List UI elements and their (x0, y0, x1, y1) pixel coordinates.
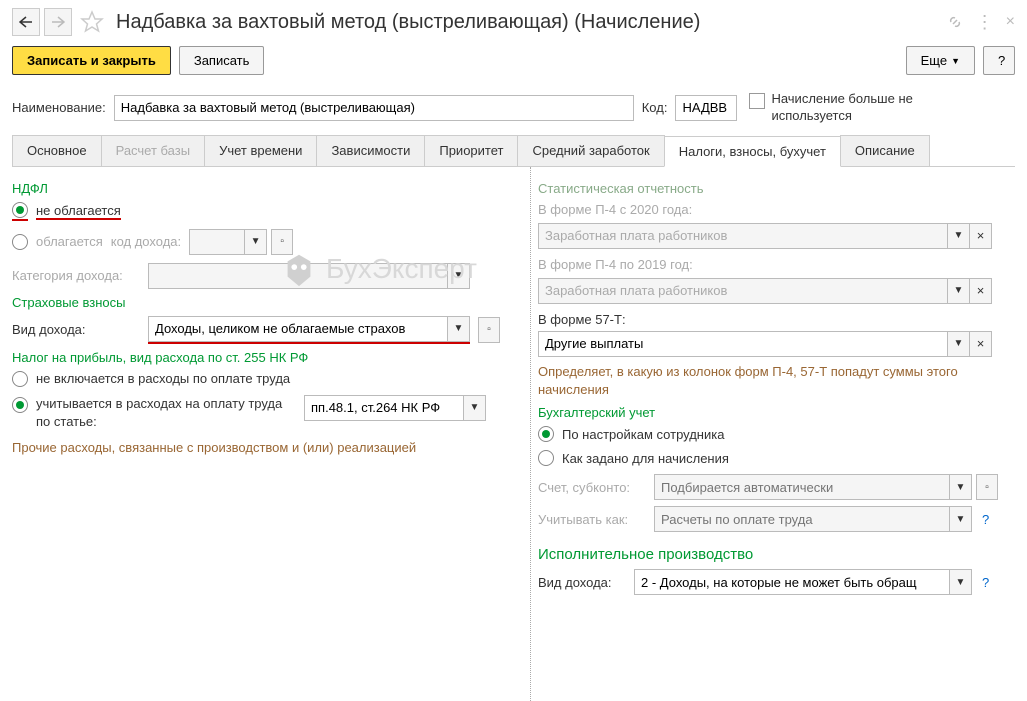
arrow-right-icon (51, 16, 65, 28)
tab-time[interactable]: Учет времени (204, 135, 317, 166)
p4-2020-clear: × (970, 223, 992, 249)
account-label: Счет, субконто: (538, 480, 648, 495)
accounting-section-title: Бухгалтерский учет (538, 405, 1015, 420)
other-expenses-text: Прочие расходы, связанные с производство… (12, 439, 522, 457)
p4-2020-label: В форме П-4 с 2020 года: (538, 202, 1015, 217)
notused-checkbox[interactable] (749, 93, 765, 109)
ndfl-section-title: НДФЛ (12, 181, 522, 196)
tab-description[interactable]: Описание (840, 135, 930, 166)
article-field[interactable] (304, 395, 464, 421)
consider-help-link[interactable]: ? (982, 512, 989, 527)
account-field (654, 474, 950, 500)
consider-field (654, 506, 950, 532)
tab-base[interactable]: Расчет базы (101, 135, 206, 166)
consider-label: Учитывать как: (538, 512, 648, 527)
enforce-label: Вид дохода: (538, 575, 628, 590)
p4-2019-dropdown: ▼ (948, 278, 970, 304)
income-type-label: Вид дохода: (12, 322, 142, 337)
income-category-dropdown: ▼ (448, 263, 470, 289)
tab-average[interactable]: Средний заработок (517, 135, 664, 166)
p4-2019-field (538, 278, 948, 304)
not-included-radio[interactable] (12, 371, 28, 387)
included-label[interactable]: учитывается в расходах на оплату труда п… (36, 395, 296, 431)
enforce-dropdown[interactable]: ▼ (950, 569, 972, 595)
menu-icon[interactable]: ⋮ (976, 12, 994, 33)
tab-taxes[interactable]: Налоги, взносы, бухучет (664, 136, 841, 167)
stat-note: Определяет, в какую из колонок форм П-4,… (538, 363, 1015, 399)
f57t-clear[interactable]: × (970, 331, 992, 357)
help-button[interactable]: ? (983, 46, 1015, 75)
link-icon[interactable] (946, 13, 964, 31)
included-radio[interactable] (12, 397, 28, 413)
ndfl-taxed-label[interactable]: облагается (36, 234, 103, 249)
consider-dropdown: ▼ (950, 506, 972, 532)
page-title: Надбавка за вахтовый метод (выстреливающ… (116, 11, 942, 34)
favorite-star-icon[interactable] (80, 10, 104, 34)
p4-2020-dropdown: ▼ (948, 223, 970, 249)
profit-tax-section-title: Налог на прибыль, вид расхода по ст. 255… (12, 350, 522, 365)
enforcement-section-title: Исполнительное производство (538, 546, 1015, 563)
save-button[interactable]: Записать (179, 46, 265, 75)
ndfl-taxed-radio[interactable] (12, 234, 28, 250)
article-dropdown[interactable]: ▼ (464, 395, 486, 421)
p4-2020-field (538, 223, 948, 249)
income-code-open: ▫ (271, 229, 293, 255)
account-dropdown: ▼ (950, 474, 972, 500)
code-field[interactable] (675, 95, 737, 121)
tab-priority[interactable]: Приоритет (424, 135, 518, 166)
account-open: ▫ (976, 474, 998, 500)
save-close-button[interactable]: Записать и закрыть (12, 46, 171, 75)
enforce-field[interactable] (634, 569, 950, 595)
nav-back-button[interactable] (12, 8, 40, 36)
tab-deps[interactable]: Зависимости (316, 135, 425, 166)
income-type-dropdown[interactable]: ▼ (448, 316, 470, 342)
name-field[interactable] (114, 95, 634, 121)
income-code-dropdown: ▼ (245, 229, 267, 255)
close-icon[interactable]: × (1006, 13, 1015, 31)
f57t-label: В форме 57-Т: (538, 312, 1015, 327)
income-category-label: Категория дохода: (12, 268, 142, 283)
not-included-label[interactable]: не включается в расходы по оплате труда (36, 371, 290, 386)
income-code-field (189, 229, 245, 255)
ndfl-not-taxed-radio[interactable] (12, 202, 28, 218)
chevron-down-icon: ▼ (951, 56, 960, 66)
stat-section-title: Статистическая отчетность (538, 181, 1015, 196)
f57t-dropdown[interactable]: ▼ (948, 331, 970, 357)
enforce-help-link[interactable]: ? (982, 575, 989, 590)
more-label: Еще (921, 53, 947, 68)
notused-label: Начисление больше не используется (771, 91, 941, 125)
f57t-field[interactable] (538, 331, 948, 357)
by-employee-label[interactable]: По настройкам сотрудника (562, 427, 724, 442)
by-accrual-radio[interactable] (538, 450, 554, 466)
more-button[interactable]: Еще ▼ (906, 46, 975, 75)
income-type-field[interactable] (148, 316, 448, 342)
code-label: Код: (642, 100, 668, 115)
tab-main[interactable]: Основное (12, 135, 102, 166)
ndfl-not-taxed-label[interactable]: не облагается (36, 203, 121, 220)
income-category-field (148, 263, 448, 289)
insurance-section-title: Страховые взносы (12, 295, 522, 310)
name-label: Наименование: (12, 100, 106, 115)
p4-2019-label: В форме П-4 по 2019 год: (538, 257, 1015, 272)
by-accrual-label[interactable]: Как задано для начисления (562, 451, 729, 466)
income-type-open[interactable]: ▫ (478, 317, 500, 343)
p4-2019-clear: × (970, 278, 992, 304)
nav-forward-button[interactable] (44, 8, 72, 36)
arrow-left-icon (19, 16, 33, 28)
income-code-label: код дохода: (111, 234, 181, 249)
by-employee-radio[interactable] (538, 426, 554, 442)
